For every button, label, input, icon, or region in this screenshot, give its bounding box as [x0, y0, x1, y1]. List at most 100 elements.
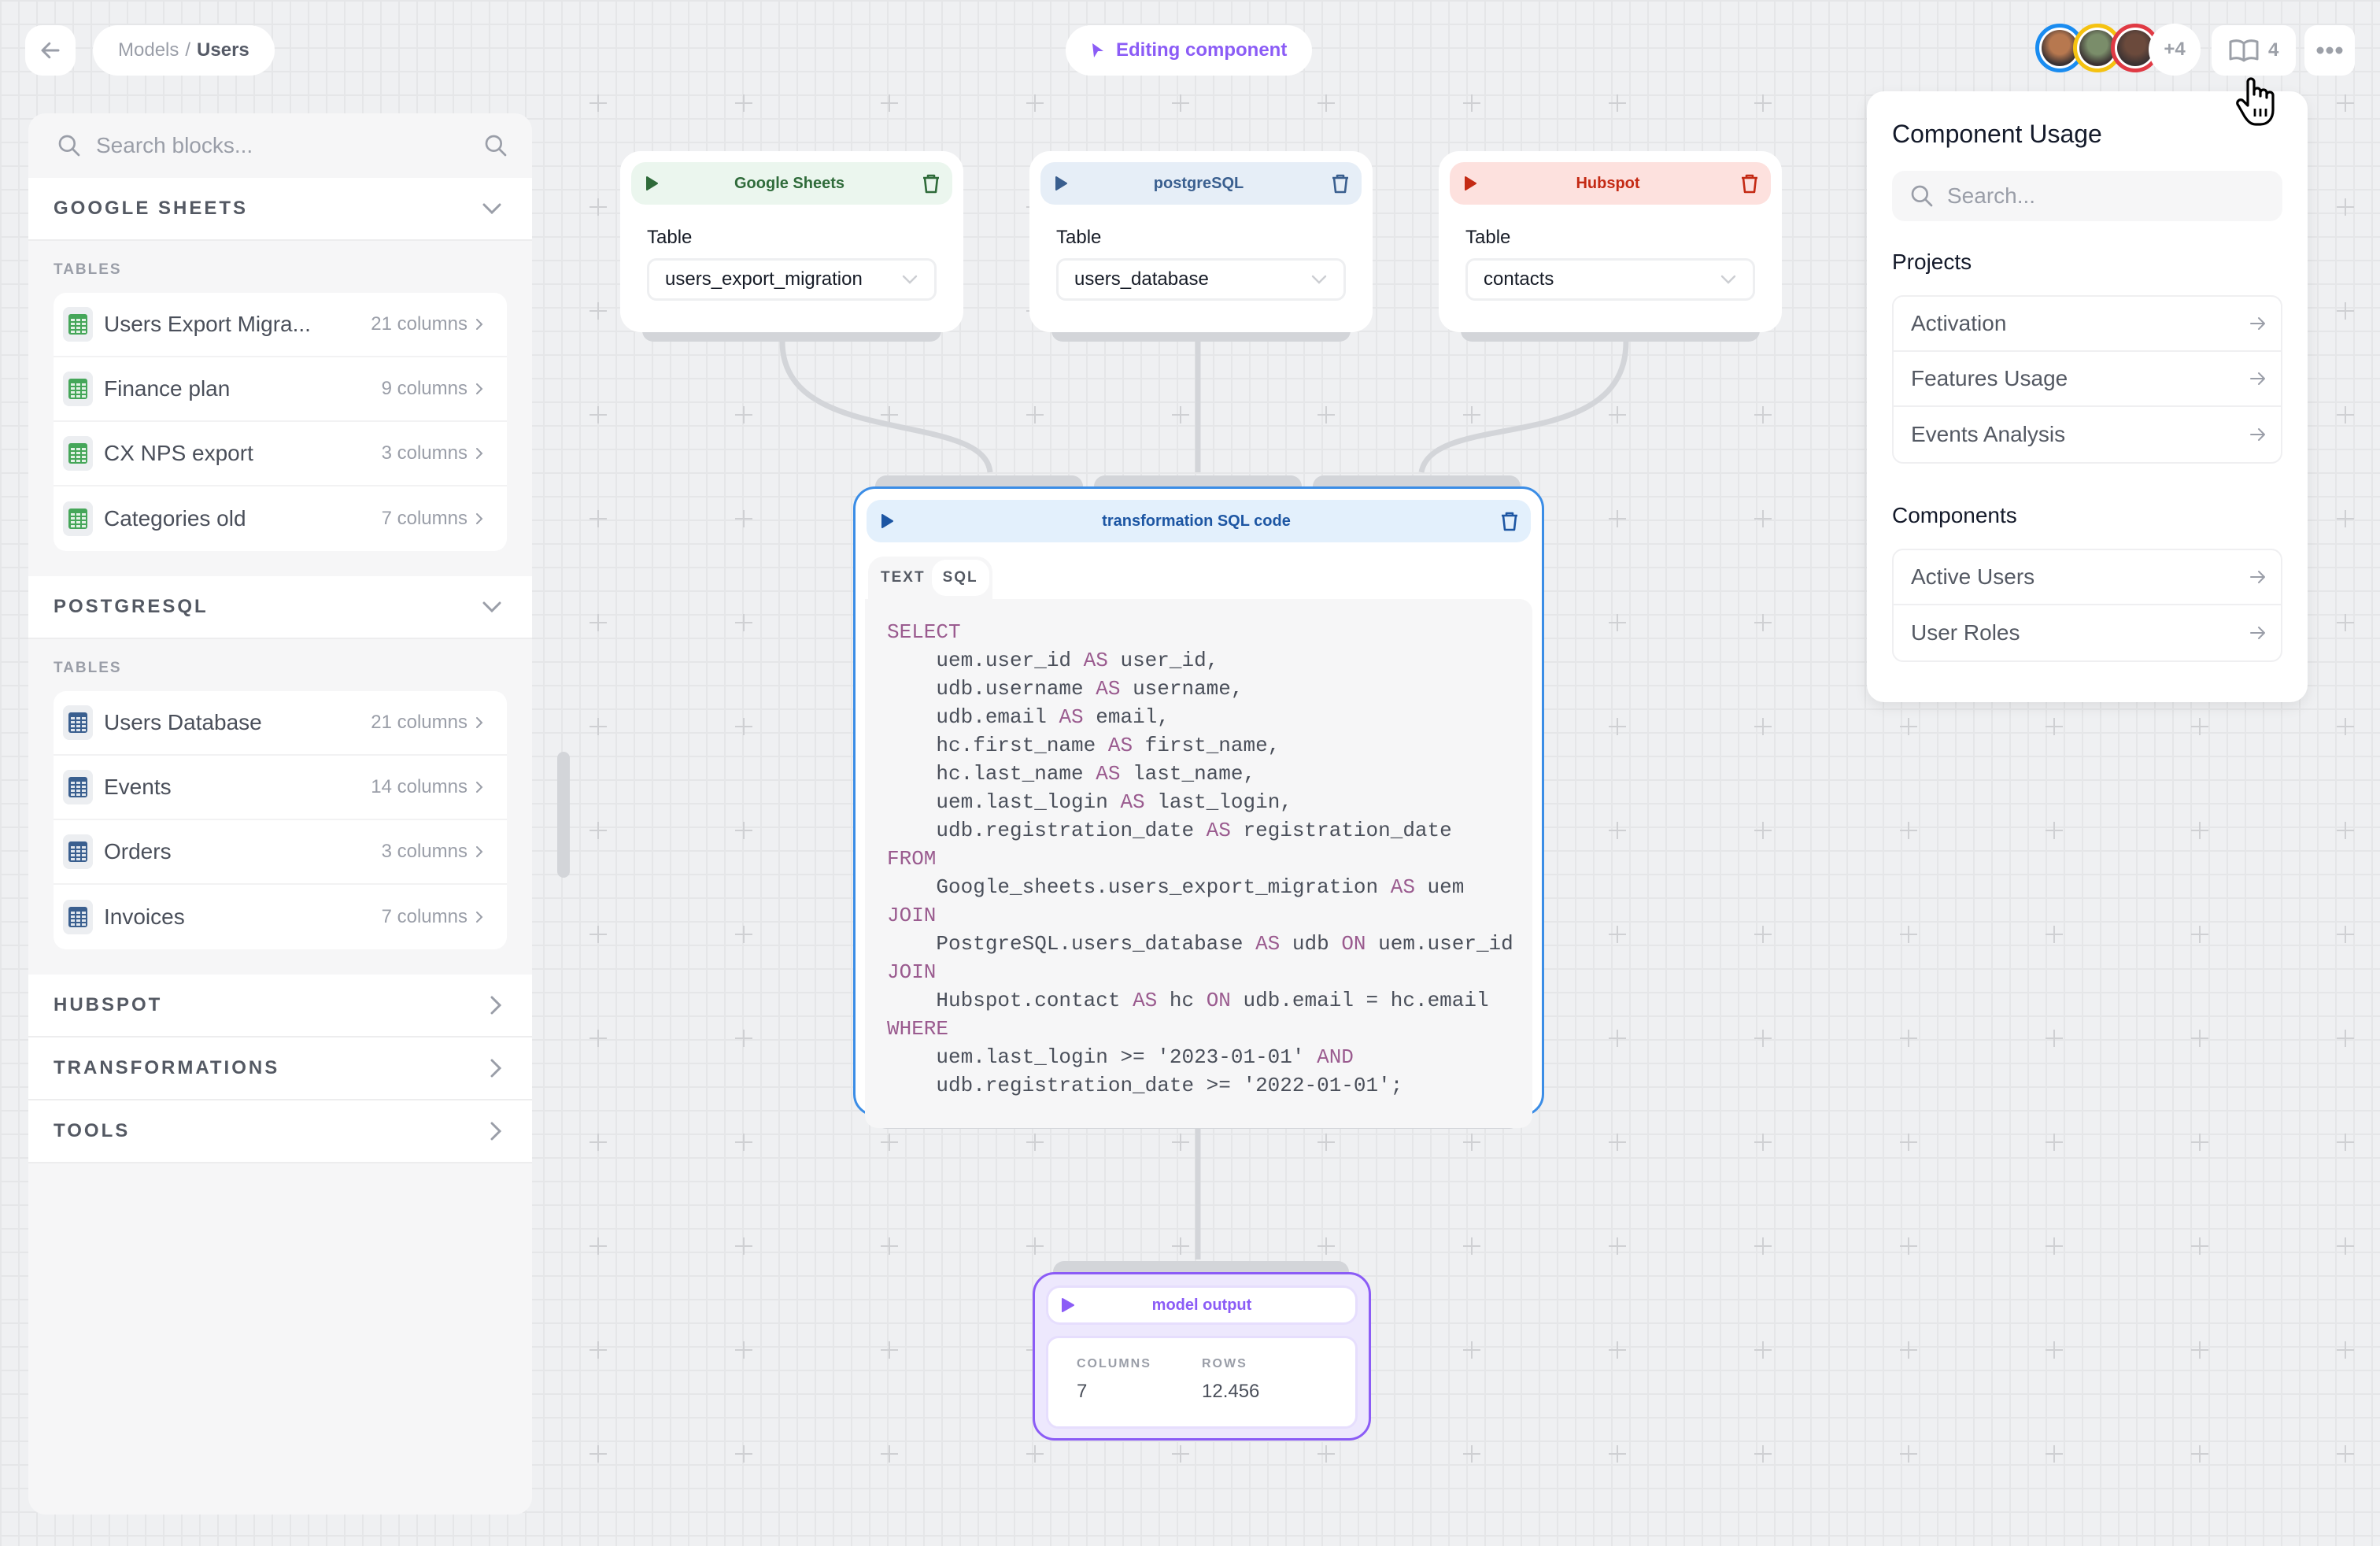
sidebar-scrollbar[interactable]: [557, 752, 570, 878]
run-icon[interactable]: [1464, 176, 1476, 190]
chevron-down-icon: [1311, 275, 1327, 284]
component-link[interactable]: User Roles: [1894, 605, 2281, 660]
project-link[interactable]: Features Usage: [1894, 352, 2281, 407]
arrow-left-icon: [41, 42, 60, 59]
run-icon[interactable]: [1055, 176, 1067, 190]
project-link[interactable]: Activation: [1894, 297, 2281, 352]
search-icon: [58, 135, 80, 157]
trash-icon[interactable]: [1739, 172, 1760, 194]
sql-code-editor[interactable]: SELECT uem.user_id AS user_id, udb.usern…: [865, 599, 1532, 1128]
sql-text: first_name,: [1133, 734, 1281, 757]
more-collaborators-badge[interactable]: +4: [2149, 24, 2201, 76]
chevron-right-icon: [476, 383, 483, 394]
sidebar-section-hubspot[interactable]: HUBSPOT: [28, 975, 532, 1037]
more-options-button[interactable]: [2304, 25, 2355, 76]
code-line: PostgreSQL.users_database AS udb ON uem.…: [887, 930, 1532, 958]
run-icon[interactable]: [645, 176, 658, 190]
group-label: TABLES: [54, 261, 122, 278]
sidebar-section-tools[interactable]: TOOLS: [28, 1100, 532, 1163]
code-line: udb.username AS username,: [887, 675, 1532, 703]
transformation-card[interactable]: transformation SQL code TEXT SQL SELECT …: [853, 486, 1544, 1128]
sql-text: user_id,: [1107, 649, 1219, 672]
back-button[interactable]: [25, 25, 76, 76]
sql-text: email,: [1083, 705, 1170, 729]
source-body: Table contacts: [1439, 205, 1782, 301]
table-list: Users Database 21 columns Events 14 columns…: [54, 691, 507, 949]
table-name: CX NPS export: [104, 441, 253, 465]
trash-icon[interactable]: [921, 172, 941, 194]
sql-keyword: AS: [1206, 819, 1231, 842]
code-line: uem.user_id AS user_id,: [887, 646, 1532, 675]
sql-keyword: AS: [1120, 790, 1145, 814]
column-count: 7 columns: [381, 508, 468, 529]
table-list-item[interactable]: Events 14 columns: [54, 756, 507, 820]
arrow-right-icon: [2250, 627, 2265, 639]
projects-list: Activation Features Usage Events Analysis: [1892, 295, 2282, 464]
table-list: Users Export Migra... 21 columns Finance p…: [54, 293, 507, 551]
table-list-item[interactable]: Orders 3 columns: [54, 820, 507, 885]
table-icon: [63, 436, 93, 471]
breadcrumb-current: Users: [197, 39, 249, 61]
source-card-google-sheets[interactable]: Google Sheets Table users_export_migration: [620, 151, 963, 332]
transformation-title: transformation SQL code: [1102, 512, 1291, 530]
code-tabs: TEXT SQL: [868, 557, 1529, 599]
table-field-label: Table: [1465, 227, 1511, 248]
chevron-down-icon: [1720, 275, 1736, 284]
table-icon: [63, 705, 93, 740]
sidebar-section-google-sheets[interactable]: GOOGLE SHEETS: [28, 178, 532, 241]
table-list-item[interactable]: Categories old 7 columns: [54, 486, 507, 551]
run-icon[interactable]: [1061, 1298, 1075, 1312]
model-output-card[interactable]: model output COLUMNS 7 ROWS 12.456: [1033, 1272, 1371, 1441]
arrow-right-icon: [2250, 428, 2265, 441]
docs-button[interactable]: 4: [2212, 25, 2297, 76]
table-list-item[interactable]: Invoices 7 columns: [54, 885, 507, 949]
sql-keyword: AS: [1255, 932, 1281, 956]
source-card-postgresql[interactable]: postgreSQL Table users_database: [1029, 151, 1373, 332]
table-select[interactable]: users_export_migration: [647, 258, 937, 301]
block-search-input[interactable]: Search blocks...: [96, 133, 469, 158]
sql-text: udb.registration_date: [887, 819, 1207, 842]
breadcrumb-separator: /: [185, 39, 191, 61]
section-title: HUBSPOT: [54, 994, 163, 1015]
usage-search-input[interactable]: Search...: [1947, 183, 2035, 209]
table-name: Invoices: [104, 904, 185, 929]
trash-icon[interactable]: [1330, 172, 1351, 194]
table-list-item[interactable]: Users Database 21 columns: [54, 691, 507, 756]
collaborators: +4: [2035, 24, 2201, 76]
table-list-item[interactable]: CX NPS export 3 columns: [54, 422, 507, 486]
table-list-item[interactable]: Users Export Migra... 21 columns: [54, 293, 507, 357]
stat-columns-value: 7: [1077, 1381, 1088, 1402]
run-icon[interactable]: [881, 514, 893, 528]
column-count: 21 columns: [371, 313, 468, 335]
project-link-label: Features Usage: [1911, 366, 2068, 390]
usage-search[interactable]: Search...: [1892, 171, 2282, 221]
table-select[interactable]: contacts: [1465, 258, 1755, 301]
chevron-down-icon: [482, 203, 501, 215]
sql-text: Hubspot.contact: [887, 989, 1133, 1012]
table-list-item[interactable]: Finance plan 9 columns: [54, 357, 507, 422]
project-link[interactable]: Events Analysis: [1894, 407, 2281, 462]
block-search[interactable]: Search blocks...: [28, 113, 532, 178]
search-icon[interactable]: [483, 133, 508, 158]
tab-text[interactable]: TEXT: [881, 569, 926, 586]
component-link[interactable]: Active Users: [1894, 550, 2281, 605]
code-line: Hubspot.contact AS hc ON udb.email = hc.…: [887, 986, 1532, 1015]
editing-status: Editing component: [1066, 25, 1313, 76]
tab-sql[interactable]: SQL: [931, 560, 989, 596]
cursor-pointer-icon: [1092, 43, 1103, 57]
sql-keyword: AS: [1107, 734, 1133, 757]
section-title: POSTGRESQL: [54, 596, 209, 617]
sidebar-section-postgresql[interactable]: POSTGRESQL: [28, 576, 532, 639]
chevron-right-icon: [490, 1122, 502, 1141]
source-card-hubspot[interactable]: Hubspot Table contacts: [1439, 151, 1782, 332]
sidebar-section-transformations[interactable]: TRANSFORMATIONS: [28, 1037, 532, 1100]
sql-keyword: JOIN: [887, 960, 937, 984]
breadcrumb-parent[interactable]: Models: [118, 39, 179, 61]
table-select[interactable]: users_database: [1056, 258, 1346, 301]
column-count: 7 columns: [381, 906, 468, 927]
arrow-right-icon: [2250, 372, 2265, 385]
blocks-sidebar: Search blocks... GOOGLE SHEETS TABLES User…: [28, 113, 532, 1515]
section-title: TRANSFORMATIONS: [54, 1057, 280, 1078]
trash-icon[interactable]: [1499, 510, 1520, 532]
